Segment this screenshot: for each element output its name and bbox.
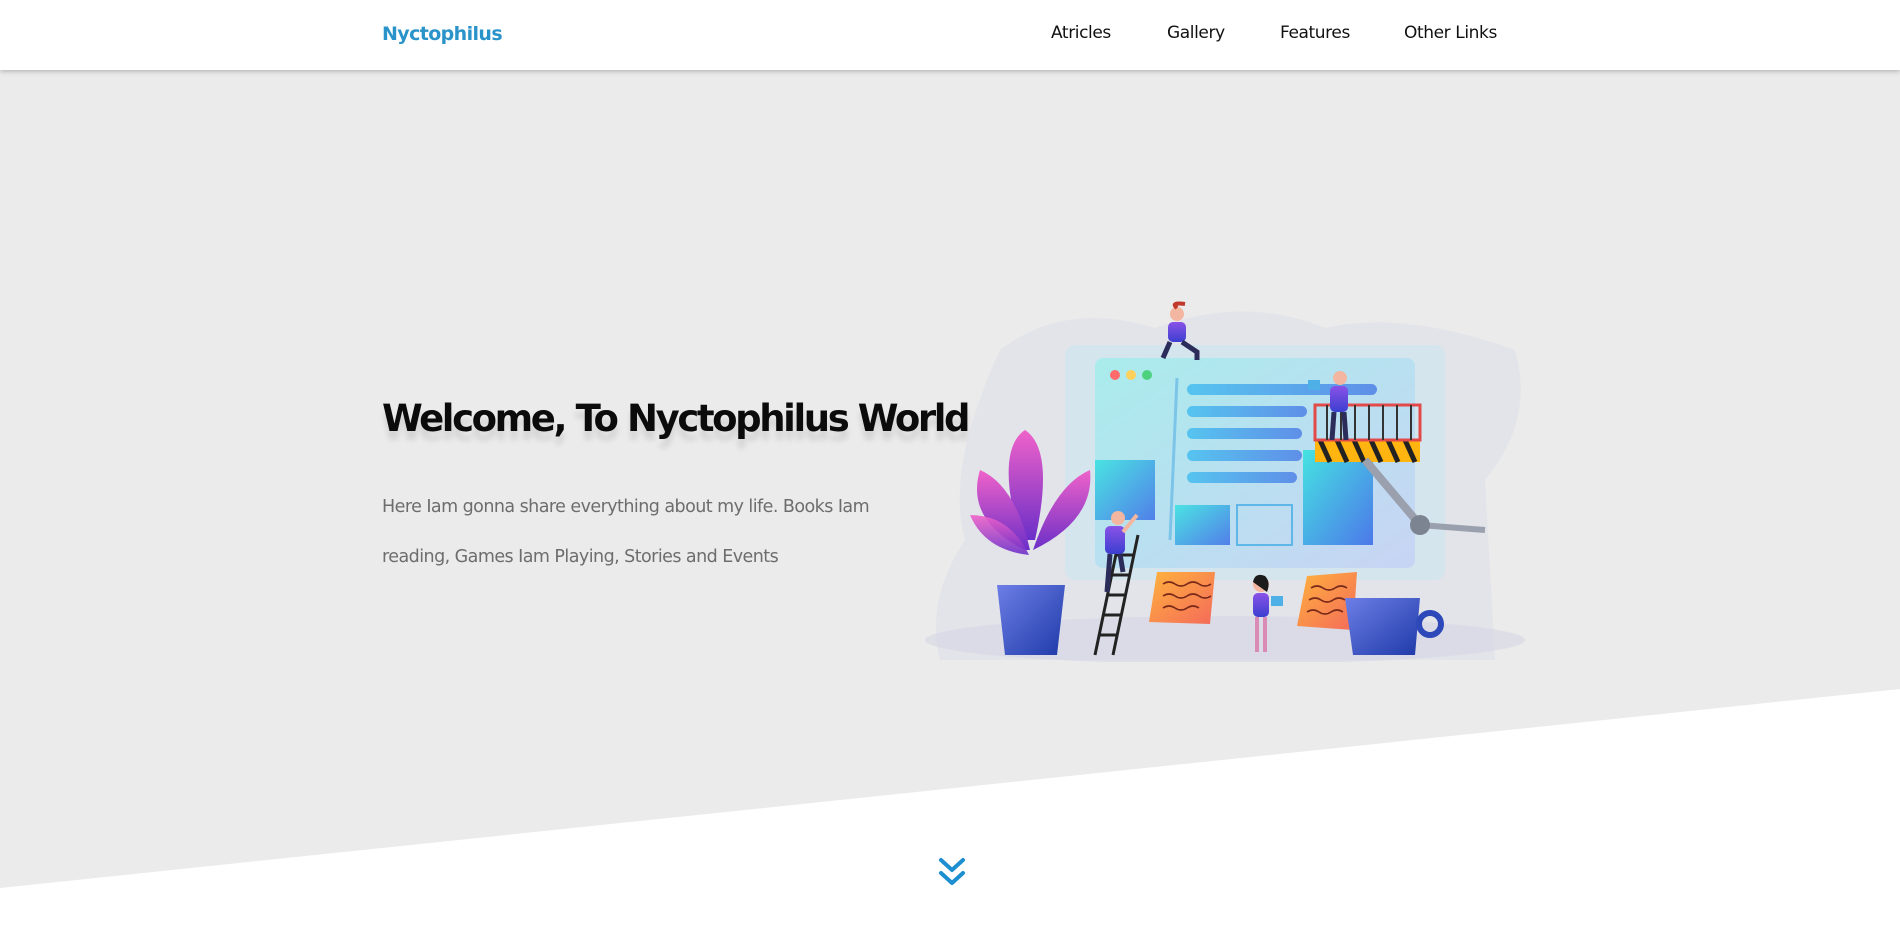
navbar: Nyctophilus Atricles Gallery Features Ot… — [0, 0, 1900, 70]
hero-description: Here Iam gonna share everything about my… — [382, 497, 870, 567]
nav-link-features[interactable]: Features — [1280, 23, 1350, 43]
brand-logo[interactable]: Nyctophilus — [382, 23, 503, 45]
nav-link-other-links[interactable]: Other Links — [1404, 23, 1497, 43]
scroll-down-icon[interactable] — [937, 856, 967, 890]
sticky-note-left — [1149, 572, 1215, 624]
nav-item-articles: Atricles — [1051, 23, 1111, 43]
hero-illustration — [925, 301, 1525, 662]
nav-link-gallery[interactable]: Gallery — [1167, 23, 1225, 43]
nav-item-features: Features — [1280, 23, 1350, 43]
nav-item-gallery: Gallery — [1167, 23, 1225, 43]
hero-title: Welcome, To Nyctophilus World — [382, 397, 971, 440]
nav-link-articles[interactable]: Atricles — [1051, 23, 1111, 43]
nav-item-other-links: Other Links — [1404, 23, 1497, 43]
